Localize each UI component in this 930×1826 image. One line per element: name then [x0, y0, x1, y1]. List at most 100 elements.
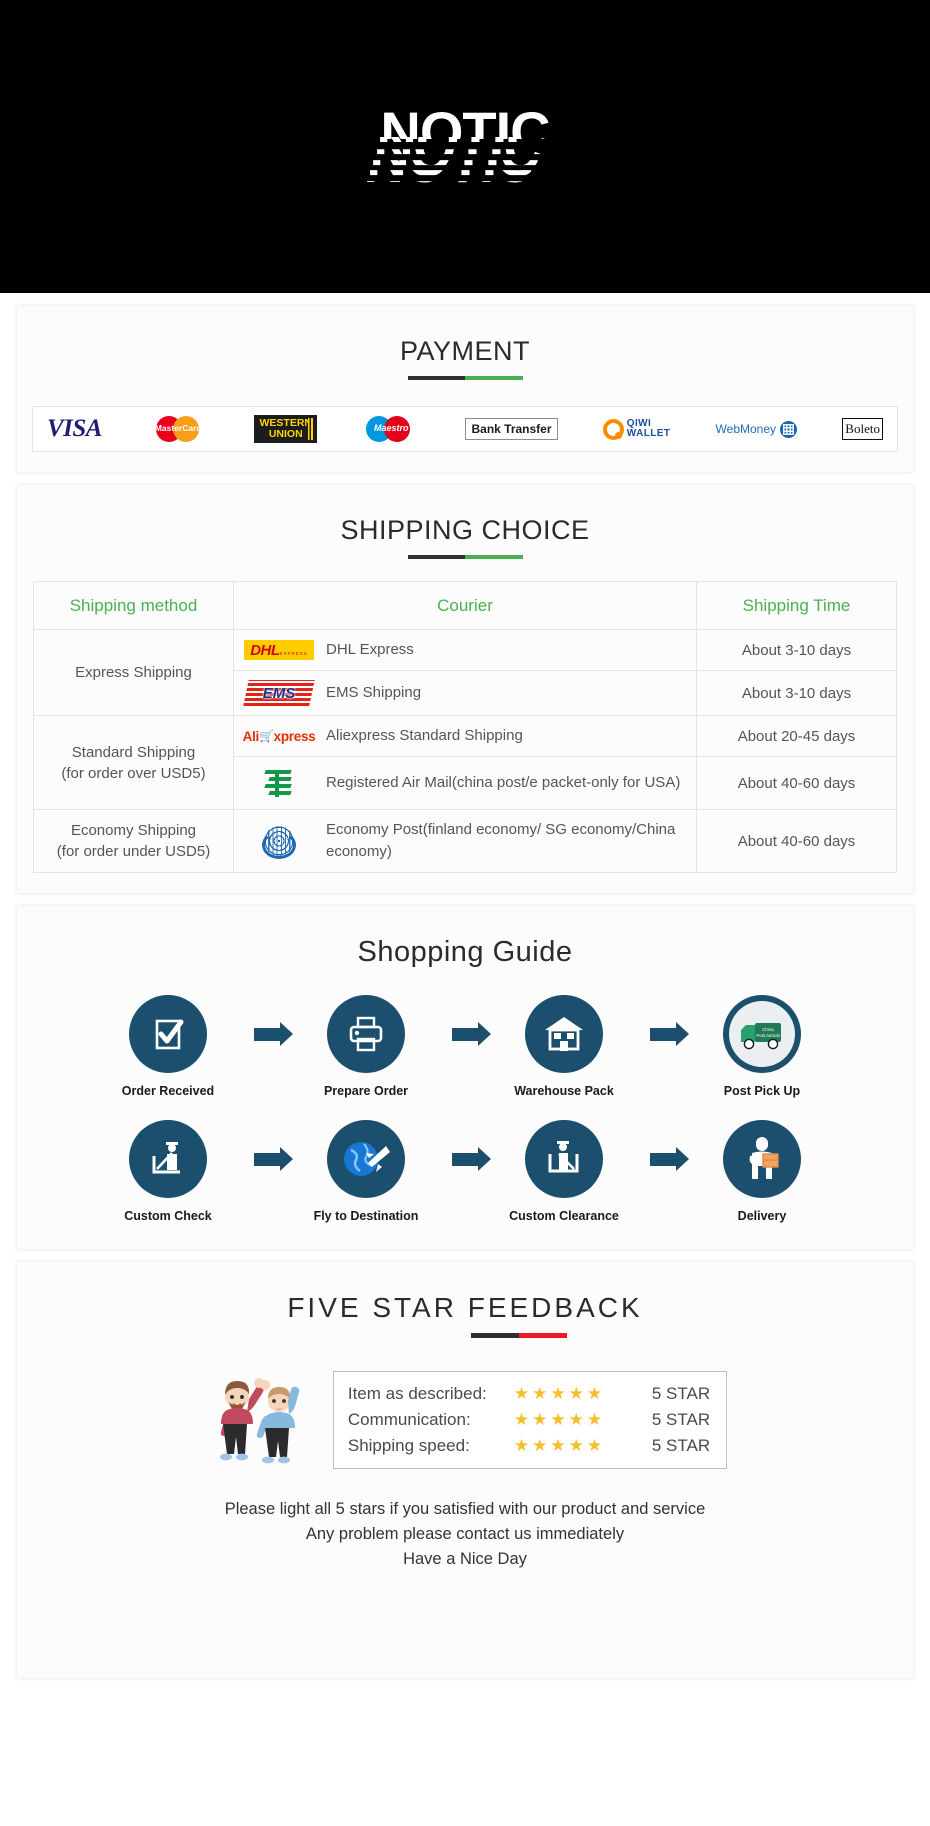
svg-text:China: China	[762, 1027, 774, 1032]
feedback-heading: FIVE STAR FEEDBACK	[17, 1280, 913, 1338]
shipping-section: SHIPPING CHOICE Shipping method Courier …	[17, 485, 913, 893]
guide-label-custom-clearance: Custom Clearance	[509, 1209, 619, 1223]
western-union-bars-icon	[307, 418, 314, 440]
rating-label-item-as-described: Item as described:	[347, 1384, 487, 1403]
rating-value-communication: 5 STAR	[651, 1410, 711, 1429]
rating-box: Item as described: ★★★★★ 5 STAR Communic…	[332, 1371, 728, 1469]
guide-arrow-2	[441, 995, 491, 1073]
column-header-shipping-time: Shipping Time	[696, 581, 897, 630]
customs-officer-scan-icon	[129, 1120, 207, 1198]
cell-method-economy: Economy Shipping (for order under USD5)	[33, 809, 234, 873]
feedback-note-1: Please light all 5 stars if you satisfie…	[224, 1500, 706, 1518]
shipping-title: SHIPPING CHOICE	[340, 515, 590, 545]
guide-arrow-6	[639, 1120, 689, 1198]
table-row: Economy Shipping (for order under USD5) …	[33, 809, 897, 873]
courier-name-aliexpress: Aliexpress Standard Shipping	[326, 727, 523, 744]
guide-step-prepare-order: Prepare Order	[291, 995, 441, 1098]
rating-row-shipping-speed: Shipping speed: ★★★★★ 5 STAR	[348, 1433, 710, 1459]
rating-label-shipping-speed: Shipping speed:	[347, 1436, 470, 1455]
shipping-title-rule	[407, 555, 523, 559]
boleto-logo: Boleto	[842, 412, 883, 446]
cell-time-aliexpress: About 20-45 days	[696, 715, 897, 757]
guide-step-delivery: Delivery	[687, 1120, 837, 1223]
courier-name-china-post: Registered Air Mail(china post/e packet-…	[326, 774, 681, 791]
celebrating-people-illustration	[203, 1368, 311, 1472]
guide-label-fly-to-destination: Fly to Destination	[313, 1209, 419, 1223]
dhl-logo: DHLEXPRESS	[242, 640, 316, 660]
feedback-section: FIVE STAR FEEDBACK Item as described: ★★…	[17, 1262, 913, 1678]
rating-row-communication: Communication: ★★★★★ 5 STAR	[348, 1407, 710, 1433]
cell-courier-economy-post: Economy Post(finland economy/ SG economy…	[233, 809, 697, 873]
guide-label-custom-check: Custom Check	[124, 1209, 212, 1223]
guide-label-warehouse-pack: Warehouse Pack	[514, 1084, 614, 1098]
cell-courier-china-post: Registered Air Mail(china post/e packet-…	[233, 756, 697, 810]
star-rating-icon-item: ★★★★★	[513, 1384, 606, 1403]
column-header-courier: Courier	[233, 581, 697, 630]
qiwi-wallet-logo: QIWI WALLET	[602, 412, 671, 446]
guide-arrow-5	[441, 1120, 491, 1198]
maestro-logo: Maestro	[362, 412, 420, 446]
courier-name-dhl: DHL Express	[326, 641, 414, 658]
china-post-logo	[242, 766, 316, 800]
webmoney-logo: WebMoney	[715, 412, 798, 446]
aliexpress-logo: Ali 🛒 xpress	[242, 728, 316, 744]
cell-time-china-post: About 40-60 days	[696, 756, 897, 810]
western-union-label-bottom: UNION	[268, 428, 303, 440]
table-header-row: Shipping method Courier Shipping Time	[33, 581, 897, 630]
cell-method-express: Express Shipping	[33, 629, 234, 716]
feedback-body: Item as described: ★★★★★ 5 STAR Communic…	[17, 1368, 913, 1472]
cell-courier-ems: EMS EMS Shipping	[233, 670, 697, 716]
method-economy-line2: (for order under USD5)	[56, 843, 211, 860]
feedback-note-2: Any problem please contact us immediatel…	[305, 1525, 625, 1543]
qiwi-label-bottom: WALLET	[626, 428, 671, 439]
guide-arrow-1	[243, 995, 293, 1073]
store-policy-page: NOTIC NOTIC NOTIC NOTIC NOTIC NOTIC NOTI…	[0, 0, 930, 1678]
visa-logo: VISA	[47, 412, 102, 446]
payment-heading: PAYMENT	[17, 324, 913, 380]
guide-step-warehouse-pack: Warehouse Pack	[489, 995, 639, 1098]
guide-steps-row-2: Custom Check Fly to Destination Custom C…	[17, 1120, 913, 1223]
delivery-person-icon	[723, 1120, 801, 1198]
bank-transfer-logo: Bank Transfer	[465, 412, 558, 446]
shipping-options-table: Shipping method Courier Shipping Time Ex…	[33, 581, 897, 873]
globe-airplane-icon	[327, 1120, 405, 1198]
united-nations-logo	[242, 823, 316, 859]
guide-step-custom-clearance: Custom Clearance	[489, 1120, 639, 1223]
webmoney-globe-icon	[780, 420, 798, 438]
guide-step-post-pick-up: China Post Airmail Post Pick Up	[687, 995, 837, 1098]
maestro-label: Maestro	[373, 423, 409, 433]
payment-methods-strip: VISA MasterCard WESTERN UNION Maestro Ba…	[32, 406, 898, 452]
mastercard-logo: MasterCard	[147, 412, 209, 446]
boleto-label: Boleto	[845, 421, 880, 436]
column-header-shipping-method: Shipping method	[33, 581, 234, 630]
feedback-notes: Please light all 5 stars if you satisfie…	[17, 1497, 913, 1572]
printer-icon	[327, 995, 405, 1073]
post-truck-icon: China Post Airmail	[723, 995, 801, 1073]
rating-value-shipping: 5 STAR	[651, 1436, 711, 1455]
guide-step-fly-to-destination: Fly to Destination	[291, 1120, 441, 1223]
western-union-logo: WESTERN UNION	[254, 412, 317, 446]
feedback-title-rule	[471, 1333, 567, 1338]
cell-method-standard: Standard Shipping (for order over USD5)	[33, 715, 234, 810]
table-row: Standard Shipping (for order over USD5) …	[33, 715, 897, 810]
feedback-bottom-spacer	[17, 1578, 913, 1658]
feedback-note-3: Have a Nice Day	[403, 1550, 527, 1568]
webmoney-label: WebMoney	[715, 422, 777, 436]
method-standard-line1: Standard Shipping	[71, 743, 196, 761]
customs-clearance-icon	[525, 1120, 603, 1198]
guide-arrow-3	[639, 995, 689, 1073]
checklist-icon	[129, 995, 207, 1073]
table-row: Express Shipping DHLEXPRESS DHL Express …	[33, 629, 897, 716]
ems-logo: EMS	[242, 680, 316, 706]
guide-arrow-4	[243, 1120, 293, 1198]
courier-name-ems: EMS Shipping	[326, 684, 422, 701]
guide-steps-row-1: Order Received Prepare Order Warehouse P…	[17, 995, 913, 1098]
rating-value-item: 5 STAR	[651, 1384, 711, 1403]
guide-label-order-received: Order Received	[121, 1084, 215, 1098]
payment-title-rule	[407, 376, 523, 380]
method-standard-line2: (for order over USD5)	[61, 764, 206, 782]
cell-time-ems: About 3-10 days	[696, 670, 897, 716]
cell-courier-dhl: DHLEXPRESS DHL Express	[233, 629, 697, 671]
guide-heading: Shopping Guide	[17, 924, 913, 969]
guide-title: Shopping Guide	[357, 936, 573, 968]
